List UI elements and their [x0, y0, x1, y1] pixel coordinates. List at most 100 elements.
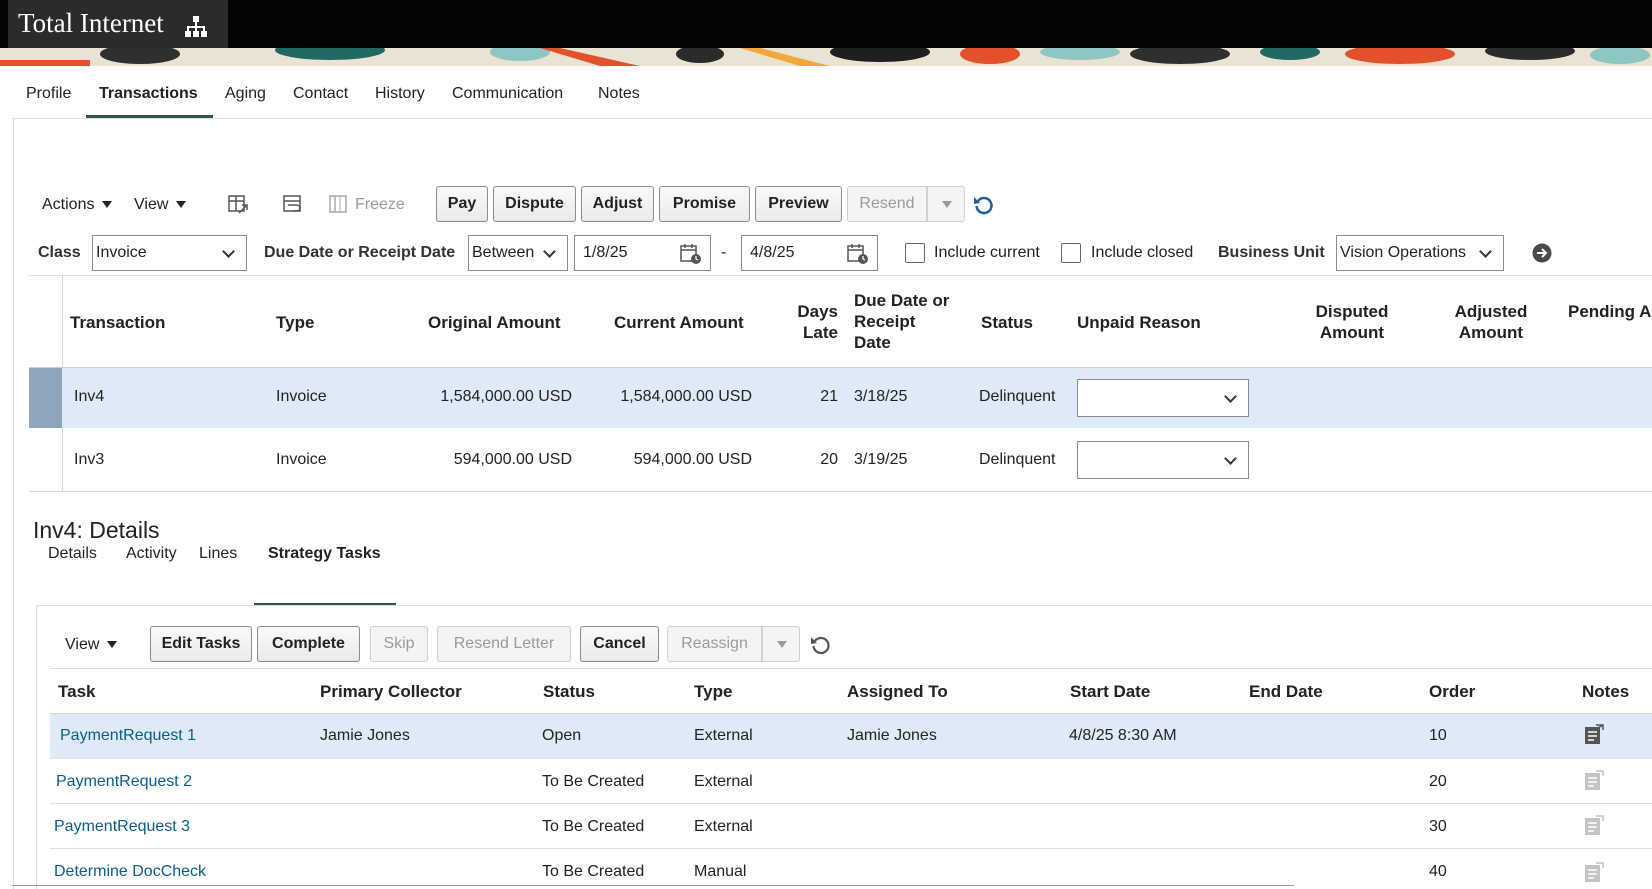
- task-link[interactable]: PaymentRequest 1: [60, 727, 196, 745]
- dispute-button[interactable]: Dispute: [493, 186, 576, 222]
- note-icon[interactable]: [1584, 862, 1604, 889]
- tab-notes[interactable]: Notes: [598, 85, 640, 103]
- subtab-strategy-tasks[interactable]: Strategy Tasks: [268, 545, 381, 563]
- reassign-button[interactable]: Reassign: [667, 626, 762, 662]
- col-type[interactable]: Type: [276, 312, 314, 333]
- cancel-button[interactable]: Cancel: [580, 626, 659, 662]
- col-task-type[interactable]: Type: [694, 681, 732, 702]
- col-unpaid-reason[interactable]: Unpaid Reason: [1077, 312, 1201, 333]
- resend-letter-button[interactable]: Resend Letter: [437, 626, 571, 662]
- reassign-menu-button[interactable]: [762, 626, 800, 662]
- refresh-icon[interactable]: [973, 194, 995, 221]
- task-link[interactable]: Determine DocCheck: [54, 863, 206, 881]
- chevron-down-icon: [176, 201, 187, 209]
- unpaid-reason-select[interactable]: [1077, 379, 1249, 417]
- chevron-down-icon: [102, 201, 113, 209]
- col-task-status[interactable]: Status: [543, 681, 595, 702]
- subtab-activity[interactable]: Activity: [126, 545, 177, 563]
- note-icon[interactable]: [1584, 770, 1604, 797]
- wrap-icon[interactable]: [282, 193, 304, 220]
- include-closed-checkbox[interactable]: [1061, 243, 1081, 263]
- banner-art: [0, 48, 1652, 66]
- col-task[interactable]: Task: [58, 681, 96, 702]
- date-from-input[interactable]: 1/8/25: [574, 235, 711, 271]
- col-pending[interactable]: Pending A: [1568, 301, 1652, 322]
- detach-icon[interactable]: [227, 193, 249, 220]
- cell-status: Delinquent: [979, 388, 1056, 405]
- col-days-late-l2: Late: [803, 323, 838, 342]
- subtab-lines[interactable]: Lines: [199, 545, 237, 563]
- preview-button[interactable]: Preview: [755, 186, 842, 222]
- tab-communication[interactable]: Communication: [452, 85, 563, 103]
- resend-menu-button[interactable]: [927, 186, 965, 222]
- cell-due-date: 3/19/25: [854, 451, 908, 468]
- details-title: Inv4: Details: [33, 517, 160, 543]
- col-days-late[interactable]: Days Late: [786, 301, 838, 343]
- adjust-button[interactable]: Adjust: [581, 186, 654, 222]
- tab-history[interactable]: History: [375, 85, 425, 103]
- task-link[interactable]: PaymentRequest 3: [54, 818, 190, 836]
- date-to-input[interactable]: 4/8/25: [741, 235, 878, 271]
- chevron-down-icon: [777, 641, 787, 648]
- panel-border-left: [13, 118, 14, 889]
- promise-button[interactable]: Promise: [659, 186, 750, 222]
- refresh-icon[interactable]: [810, 634, 832, 661]
- col-adjusted-amount[interactable]: Adjusted Amount: [1441, 301, 1541, 343]
- subtab-details[interactable]: Details: [48, 545, 97, 563]
- note-icon[interactable]: [1584, 724, 1604, 751]
- date-to-value: 4/8/25: [750, 244, 795, 261]
- resend-button[interactable]: Resend: [847, 186, 927, 222]
- cell-assigned-to: Jamie Jones: [847, 727, 937, 744]
- col-due-date[interactable]: Due Date or Receipt Date: [854, 290, 949, 353]
- col-assigned-to[interactable]: Assigned To: [847, 681, 948, 702]
- col-primary-collector[interactable]: Primary Collector: [320, 681, 462, 702]
- date-label: Due Date or Receipt Date: [264, 244, 456, 261]
- cell-task-type: External: [694, 818, 753, 835]
- complete-button[interactable]: Complete: [257, 626, 360, 662]
- col-due-l3: Date: [854, 333, 891, 352]
- actions-menu[interactable]: Actions: [42, 196, 113, 214]
- calendar-icon[interactable]: [847, 243, 869, 270]
- chevron-down-icon: [1479, 245, 1492, 258]
- tab-profile[interactable]: Profile: [26, 85, 71, 103]
- cell-start-date: 4/8/25 8:30 AM: [1069, 727, 1177, 744]
- edit-tasks-button[interactable]: Edit Tasks: [150, 626, 252, 662]
- detail-view-menu[interactable]: View: [65, 636, 118, 654]
- business-unit-select[interactable]: Vision Operations: [1336, 235, 1504, 271]
- col-original-amount[interactable]: Original Amount: [428, 312, 561, 333]
- skip-button[interactable]: Skip: [370, 626, 428, 662]
- tab-aging[interactable]: Aging: [225, 85, 266, 103]
- date-operator-select[interactable]: Between: [468, 235, 568, 271]
- view-menu[interactable]: View: [134, 196, 187, 214]
- cell-task-type: Manual: [694, 863, 747, 880]
- pay-button[interactable]: Pay: [436, 186, 488, 222]
- row-divider: [50, 848, 1652, 849]
- col-disputed-amount[interactable]: Disputed Amount: [1302, 301, 1402, 343]
- chevron-down-icon: [222, 245, 235, 258]
- col-adjusted-l2: Amount: [1458, 323, 1524, 342]
- row-selector[interactable]: [29, 368, 62, 428]
- col-end-date[interactable]: End Date: [1249, 681, 1323, 702]
- col-start-date[interactable]: Start Date: [1070, 681, 1150, 702]
- table-row[interactable]: [29, 368, 1652, 428]
- chevron-down-icon: [1224, 452, 1237, 465]
- calendar-icon[interactable]: [680, 243, 702, 270]
- col-transaction[interactable]: Transaction: [70, 312, 165, 333]
- col-current-amount[interactable]: Current Amount: [614, 312, 744, 333]
- cell-collector: Jamie Jones: [320, 727, 410, 744]
- col-order[interactable]: Order: [1429, 681, 1475, 702]
- task-link[interactable]: PaymentRequest 2: [56, 773, 192, 791]
- unpaid-reason-select[interactable]: [1077, 441, 1249, 479]
- go-arrow-icon[interactable]: [1532, 243, 1552, 268]
- col-notes[interactable]: Notes: [1582, 681, 1629, 702]
- detail-view-label: View: [65, 636, 100, 653]
- class-select[interactable]: Invoice: [92, 235, 247, 271]
- app-title[interactable]: Total Internet: [18, 8, 164, 39]
- note-icon[interactable]: [1584, 815, 1604, 842]
- org-chart-icon[interactable]: [185, 16, 207, 43]
- include-current-checkbox[interactable]: [905, 243, 925, 263]
- col-status[interactable]: Status: [981, 312, 1033, 333]
- freeze-button[interactable]: Freeze: [355, 196, 405, 214]
- tab-transactions[interactable]: Transactions: [99, 85, 198, 103]
- tab-contact[interactable]: Contact: [293, 85, 348, 103]
